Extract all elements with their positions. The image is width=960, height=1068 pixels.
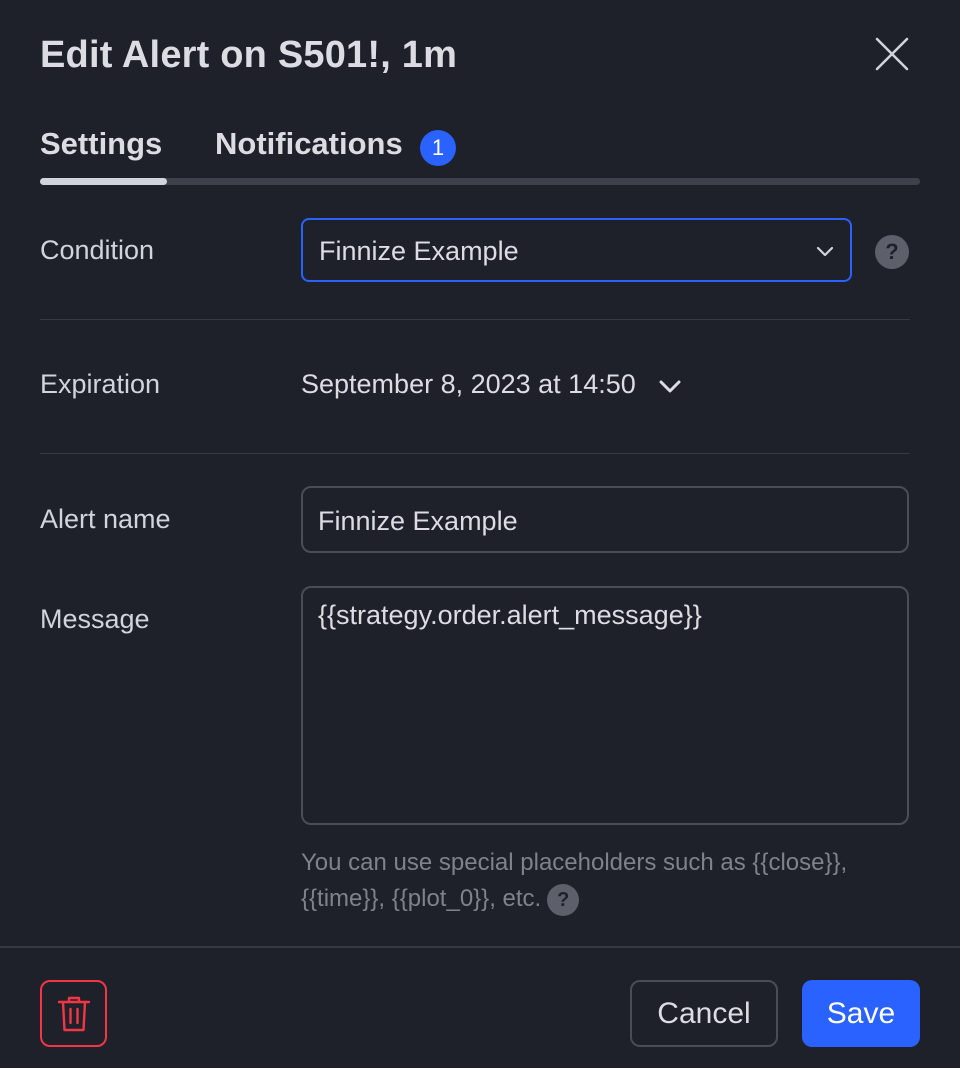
tab-track [40,178,920,185]
chevron-down-icon [816,246,834,257]
expiration-label: Expiration [40,369,161,399]
tab-notifications-label: Notifications [215,126,403,161]
dialog-title: Edit Alert on S501!, 1m [40,34,458,76]
cancel-button[interactable]: Cancel [630,980,778,1047]
notifications-count-badge: 1 [420,130,456,166]
chevron-down-icon [659,380,681,393]
close-button[interactable] [870,32,914,76]
close-icon [875,37,909,71]
condition-label: Condition [40,235,155,265]
alert-name-label: Alert name [40,504,171,534]
message-value: {{strategy.order.alert_message}} [318,600,702,630]
tab-bar: Settings Notifications 1 [40,126,920,186]
footer-divider [0,946,960,948]
message-hint: You can use special placeholders such as… [301,845,901,917]
alert-name-value: Finnize Example [318,506,518,536]
alert-name-input[interactable]: Finnize Example [301,486,909,553]
save-button[interactable]: Save [802,980,920,1047]
condition-select[interactable]: Finnize Example [301,218,852,282]
condition-value: Finnize Example [319,236,519,266]
trash-icon [57,996,90,1031]
tab-settings[interactable]: Settings [40,126,162,162]
tab-notifications[interactable]: Notifications [215,126,403,162]
active-tab-indicator [40,178,167,185]
message-label: Message [40,604,150,634]
divider [40,319,910,320]
placeholders-help-icon[interactable]: ? [547,883,580,916]
divider [40,453,910,454]
expiration-picker[interactable]: September 8, 2023 at 14:50 [301,369,683,400]
delete-button[interactable] [40,980,107,1047]
expiration-value: September 8, 2023 at 14:50 [301,369,636,399]
condition-help-icon[interactable]: ? [875,235,909,269]
message-textarea[interactable]: {{strategy.order.alert_message}} [301,586,909,825]
